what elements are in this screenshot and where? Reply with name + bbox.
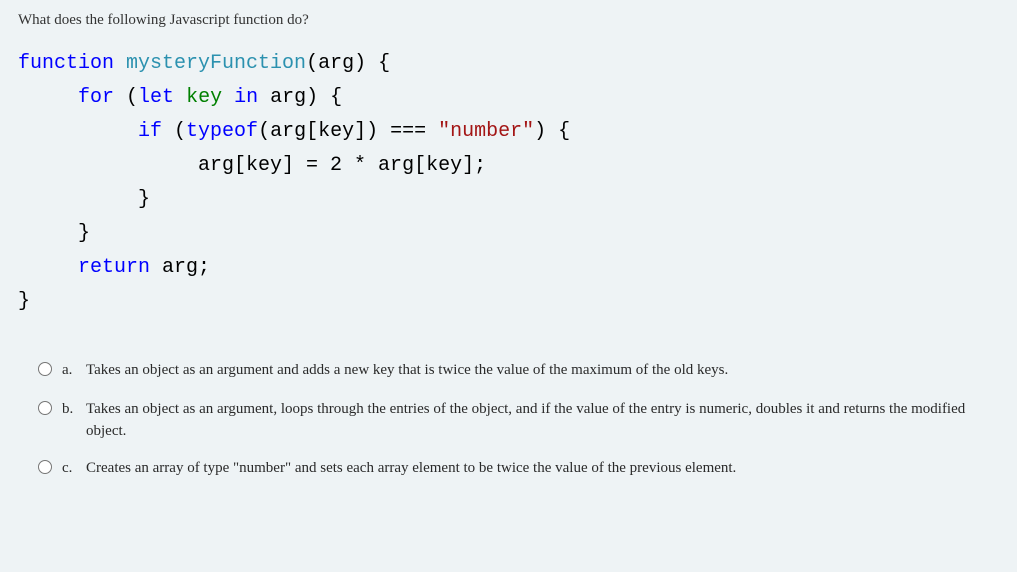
option-letter: b. (62, 398, 86, 421)
option-letter: c. (62, 457, 86, 480)
option-letter: a. (62, 359, 86, 382)
option-c[interactable]: c. Creates an array of type "number" and… (18, 457, 999, 482)
code-line-1: function mysteryFunction(arg) { (18, 47, 999, 81)
code-line-7: return arg; (18, 251, 999, 285)
code-block: function mysteryFunction(arg) { for (let… (18, 47, 999, 319)
code-token: in (234, 86, 270, 109)
option-b[interactable]: b. Takes an object as an argument, loops… (18, 398, 999, 443)
code-token: arg; (162, 256, 210, 279)
code-token: (arg) { (306, 52, 390, 75)
question-prompt: What does the following Javascript funct… (18, 12, 999, 29)
code-token: } (18, 290, 30, 313)
code-token: arg) { (270, 86, 342, 109)
code-line-8: } (18, 285, 999, 319)
radio-c[interactable] (38, 460, 52, 474)
code-token: if (18, 120, 174, 143)
code-token: ) { (534, 120, 570, 143)
code-line-3: if (typeof(arg[key]) === "number") { (18, 115, 999, 149)
code-line-5: } (18, 183, 999, 217)
code-token: let (138, 86, 186, 109)
code-line-4: arg[key] = 2 * arg[key]; (18, 149, 999, 183)
code-token: } (18, 188, 150, 211)
option-text: Takes an object as an argument, loops th… (86, 398, 999, 443)
code-token: return (18, 256, 162, 279)
radio-wrap (38, 400, 52, 423)
code-token: } (18, 222, 90, 245)
radio-a[interactable] (38, 362, 52, 376)
option-text: Takes an object as an argument and adds … (86, 359, 999, 382)
code-line-2: for (let key in arg) { (18, 81, 999, 115)
radio-wrap (38, 361, 52, 384)
code-token: mysteryFunction (126, 52, 306, 75)
code-token: for (18, 86, 126, 109)
radio-wrap (38, 459, 52, 482)
code-token: arg[key] = 2 * arg[key]; (18, 154, 486, 177)
code-line-6: } (18, 217, 999, 251)
radio-b[interactable] (38, 401, 52, 415)
code-token: "number" (438, 120, 534, 143)
code-token: key (186, 86, 234, 109)
code-token: (arg[key]) === (258, 120, 438, 143)
option-a[interactable]: a. Takes an object as an argument and ad… (18, 359, 999, 384)
code-token: function (18, 52, 126, 75)
code-token: typeof (186, 120, 258, 143)
code-token: ( (174, 120, 186, 143)
code-token: ( (126, 86, 138, 109)
option-text: Creates an array of type "number" and se… (86, 457, 999, 480)
options-group: a. Takes an object as an argument and ad… (18, 359, 999, 481)
